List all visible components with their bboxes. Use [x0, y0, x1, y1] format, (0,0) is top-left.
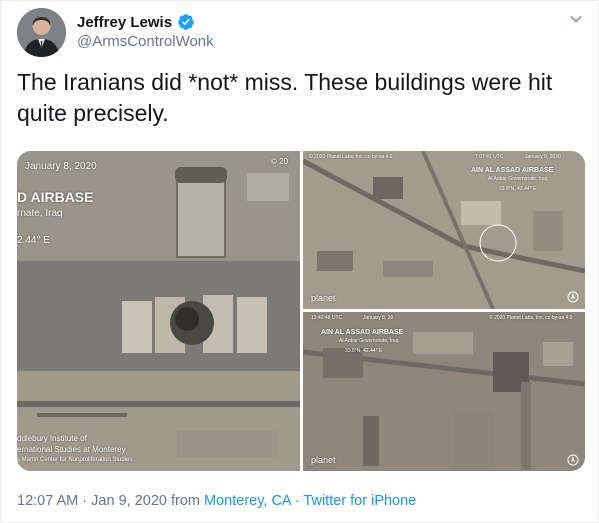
tr-coords: 33.8°N, 42.44° E: [499, 186, 537, 192]
tr-title: AIN AL ASSAD AIRBASE: [471, 167, 554, 174]
verified-badge-icon: [178, 14, 194, 30]
tr-brand: planet: [311, 293, 336, 303]
tr-date: January 8, 2020: [525, 154, 561, 160]
author-handle[interactable]: @ArmsControlWonk: [77, 33, 214, 50]
br-location: Al Anbar Governorate, Iraq: [339, 338, 399, 344]
satellite-image-bottom-right[interactable]: 13:42:48 UTC January 8, 20 © 2020 Planet…: [303, 312, 585, 471]
br-brand: planet: [311, 455, 336, 465]
satellite-image-left[interactable]: January 8, 2020 © 20 D AIRBASE rnate, Ir…: [17, 151, 300, 471]
left-title: D AIRBASE: [17, 189, 94, 205]
media-grid: January 8, 2020 © 20 D AIRBASE rnate, Ir…: [17, 151, 585, 471]
author-name-row[interactable]: Jeffrey Lewis: [77, 13, 195, 31]
tweet-text: The Iranians did *not* miss. These build…: [17, 69, 553, 126]
tweet-date[interactable]: Jan 9, 2020: [91, 493, 167, 509]
left-credit-2: ernational Studies at Monterey: [17, 445, 126, 454]
br-title: AIN AL ASSAD AIRBASE: [321, 329, 404, 336]
author-name[interactable]: Jeffrey Lewis: [77, 14, 172, 31]
br-coords: 33.8°N, 42.44° E: [345, 348, 383, 354]
satellite-image-top-right[interactable]: © 2020 Planet Labs, Inc. cc-by-sa 4.0 7:…: [303, 151, 585, 309]
tweet-place-link[interactable]: Monterey, CA: [204, 493, 291, 509]
br-date: January 8, 20: [363, 315, 394, 321]
tweet-client-link[interactable]: Twitter for iPhone: [303, 493, 416, 509]
tr-location: Al Anbar Governorate, Iraq: [488, 176, 548, 182]
tweet-card: Jeffrey Lewis @ArmsControlWonk The Irani…: [0, 0, 599, 523]
left-date: January 8, 2020: [25, 161, 97, 172]
br-copyright: © 2020 Planet Labs, Inc. cc-by-sa 4.0: [489, 315, 573, 321]
left-location: rnate, Iraq: [17, 208, 63, 219]
avatar[interactable]: [17, 8, 66, 57]
north-arrow-icon: [567, 454, 579, 466]
separator: ·: [78, 493, 92, 509]
left-credit-3: s Martin Center for Nonproliferation Stu…: [17, 457, 133, 463]
tr-copyright: © 2020 Planet Labs, Inc. cc-by-sa 4.0: [309, 154, 393, 160]
tweet-time[interactable]: 12:07 AM: [17, 493, 78, 509]
from-text: from: [166, 493, 205, 509]
br-time: 13:42:48 UTC: [311, 315, 343, 321]
separator: ·: [290, 493, 304, 509]
left-coords: 2.44° E: [17, 235, 50, 246]
tweet-footer: 12:07 AM · Jan 9, 2020 from Monterey, CA…: [17, 493, 416, 509]
tr-time: 7:07:41 UTC: [475, 154, 504, 160]
left-credit-1: ddlebury Institute of: [17, 434, 87, 443]
chevron-down-icon[interactable]: [568, 11, 584, 27]
left-copyright: © 20: [271, 157, 289, 166]
north-arrow-icon: [567, 291, 579, 303]
